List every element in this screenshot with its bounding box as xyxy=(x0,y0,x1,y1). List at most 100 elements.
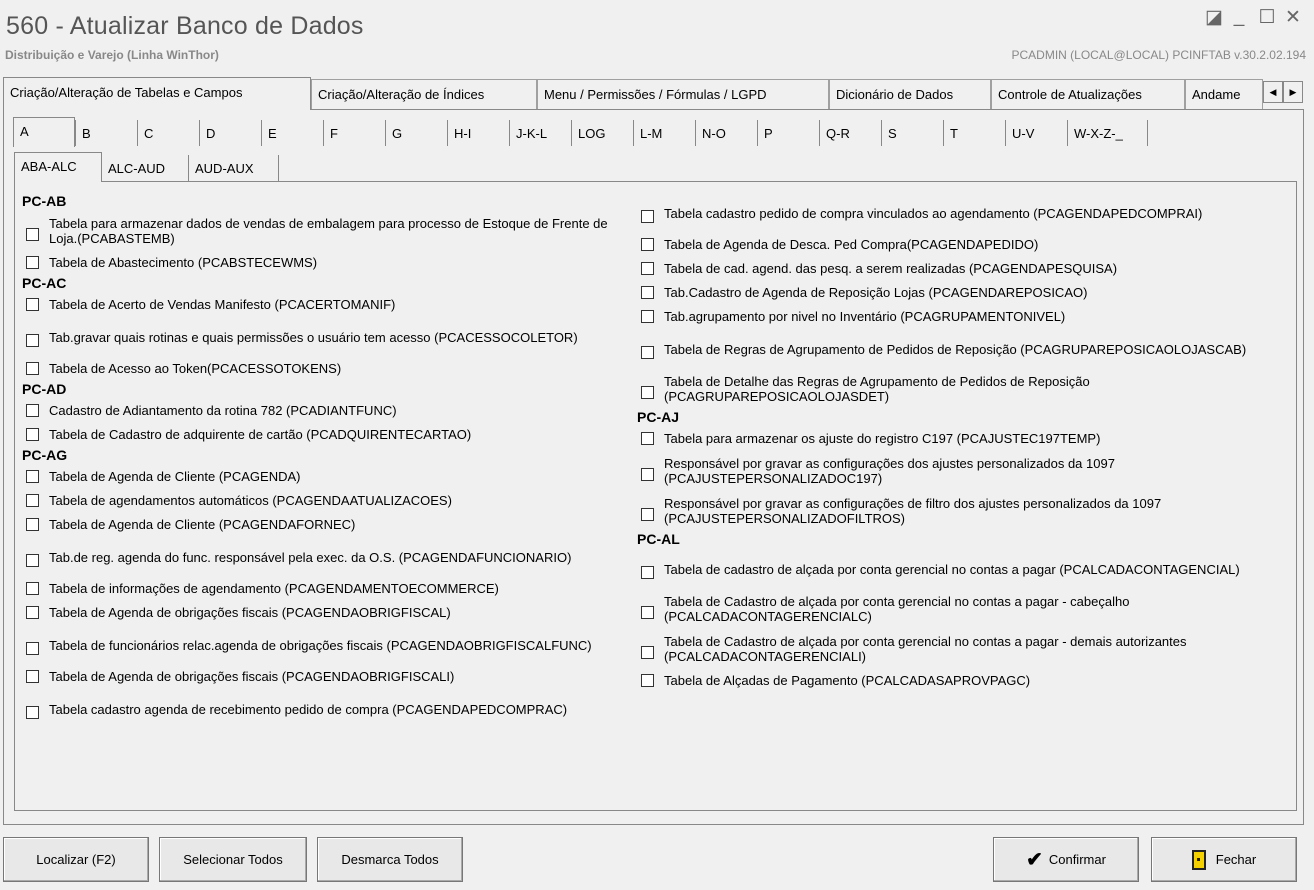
checkbox[interactable] xyxy=(641,646,654,659)
letter-tab[interactable]: Q-R xyxy=(819,120,881,146)
tab-tabelas-campos[interactable]: Criação/Alteração de Tabelas e Campos xyxy=(3,77,311,110)
checkbox[interactable] xyxy=(641,346,654,359)
checkbox[interactable] xyxy=(26,404,39,417)
table-checkbox-item[interactable]: Tabela para armazenar dados de vendas de… xyxy=(22,210,622,250)
table-checkbox-item[interactable]: Tabela de Agenda de obrigações fiscais (… xyxy=(22,600,622,624)
table-checkbox-item[interactable]: Responsável por gravar as configurações … xyxy=(637,450,1287,490)
checkbox[interactable] xyxy=(26,518,39,531)
table-checkbox-item[interactable]: Tabela cadastro agenda de recebimento pe… xyxy=(22,688,622,728)
table-checkbox-item[interactable]: Tabela de Agenda de Cliente (PCAGENDA) xyxy=(22,464,622,488)
table-checkbox-item[interactable]: Cadastro de Adiantamento da rotina 782 (… xyxy=(22,398,622,422)
table-checkbox-item[interactable]: Tabela cadastro pedido de compra vincula… xyxy=(637,192,1287,232)
checkbox[interactable] xyxy=(26,670,39,683)
checkbox[interactable] xyxy=(26,606,39,619)
letter-tab[interactable]: A xyxy=(13,117,75,147)
close-button[interactable]: ✕ xyxy=(1282,6,1304,29)
checkbox[interactable] xyxy=(641,286,654,299)
restore-icon[interactable]: ◪ xyxy=(1203,6,1225,29)
checkbox[interactable] xyxy=(26,494,39,507)
selecionar-todos-button[interactable]: Selecionar Todos xyxy=(159,837,307,882)
letter-tab[interactable]: C xyxy=(137,120,199,146)
letter-tab[interactable]: W-X-Z-_ xyxy=(1067,120,1147,146)
checkbox[interactable] xyxy=(641,262,654,275)
checkbox[interactable] xyxy=(641,386,654,399)
localizar-button[interactable]: Localizar (F2) xyxy=(3,837,149,882)
maximize-button[interactable]: ☐ xyxy=(1256,6,1278,29)
checkbox[interactable] xyxy=(26,428,39,441)
table-checkbox-item[interactable]: Responsável por gravar as configurações … xyxy=(637,490,1287,530)
checkbox[interactable] xyxy=(641,566,654,579)
table-checkbox-item[interactable]: Tabela de agendamentos automáticos (PCAG… xyxy=(22,488,622,512)
table-checkbox-item[interactable]: Tabela de Agenda de obrigações fiscais (… xyxy=(22,664,622,688)
table-checkbox-item[interactable]: Tabela de cadastro de alçada por conta g… xyxy=(637,548,1287,588)
table-checkbox-item[interactable]: Tabela para armazenar os ajuste do regis… xyxy=(637,426,1287,450)
checkbox[interactable] xyxy=(26,470,39,483)
checkbox[interactable] xyxy=(26,642,39,655)
subtab-alc-aud[interactable]: ALC-AUD xyxy=(102,155,189,181)
letter-tab[interactable]: E xyxy=(261,120,323,146)
checkbox[interactable] xyxy=(641,674,654,687)
checkbox-label: Tabela de cadastro de alçada por conta g… xyxy=(664,561,1240,577)
scroll-left-icon[interactable]: ◀ xyxy=(1263,81,1283,103)
checkbox[interactable] xyxy=(26,706,39,719)
checkbox[interactable] xyxy=(26,334,39,347)
letter-tab[interactable]: N-O xyxy=(695,120,757,146)
desmarca-todos-button[interactable]: Desmarca Todos xyxy=(317,837,463,882)
letter-tab[interactable]: P xyxy=(757,120,819,146)
table-checkbox-item[interactable]: Tab.agrupamento por nivel no Inventário … xyxy=(637,304,1287,328)
tab-controle-atualizacoes[interactable]: Controle de Atualizações xyxy=(991,79,1185,109)
table-checkbox-item[interactable]: Tabela de cad. agend. das pesq. a serem … xyxy=(637,256,1287,280)
checkbox[interactable] xyxy=(641,432,654,445)
checkbox[interactable] xyxy=(641,238,654,251)
table-checkbox-item[interactable]: Tabela de Agenda de Desca. Ped Compra(PC… xyxy=(637,232,1287,256)
checkbox[interactable] xyxy=(641,468,654,481)
checkbox[interactable] xyxy=(641,508,654,521)
subtab-aud-aux[interactable]: AUD-AUX xyxy=(189,155,279,181)
tab-andamento[interactable]: Andame xyxy=(1185,79,1263,109)
table-checkbox-item[interactable]: Tabela de Acerto de Vendas Manifesto (PC… xyxy=(22,292,622,316)
table-checkbox-item[interactable]: Tabela de Detalhe das Regras de Agrupame… xyxy=(637,368,1287,408)
table-checkbox-item[interactable]: Tab.Cadastro de Agenda de Reposição Loja… xyxy=(637,280,1287,304)
checkbox[interactable] xyxy=(26,228,39,241)
tab-dicionario[interactable]: Dicionário de Dados xyxy=(829,79,991,109)
checkbox[interactable] xyxy=(641,310,654,323)
letter-tab[interactable]: U-V xyxy=(1005,120,1067,146)
table-checkbox-item[interactable]: Tabela de Abastecimento (PCABSTECEWMS) xyxy=(22,250,622,274)
table-checkbox-item[interactable]: Tabela de funcionários relac.agenda de o… xyxy=(22,624,622,664)
table-checkbox-item[interactable]: Tabela de Agenda de Cliente (PCAGENDAFOR… xyxy=(22,512,622,536)
checkbox[interactable] xyxy=(26,298,39,311)
checkbox[interactable] xyxy=(26,582,39,595)
confirmar-button[interactable]: ✔ Confirmar xyxy=(993,837,1139,882)
letter-tab[interactable]: G xyxy=(385,120,447,146)
checkbox[interactable] xyxy=(641,210,654,223)
checkbox[interactable] xyxy=(641,606,654,619)
letter-tab[interactable]: T xyxy=(943,120,1005,146)
table-checkbox-item[interactable]: Tabela de informações de agendamento (PC… xyxy=(22,576,622,600)
minimize-button[interactable]: _ xyxy=(1228,6,1250,28)
fechar-button[interactable]: Fechar xyxy=(1151,837,1297,882)
letter-tab[interactable]: LOG xyxy=(571,120,633,146)
table-checkbox-item[interactable]: Tab.de reg. agenda do func. responsável … xyxy=(22,536,622,576)
letter-tab[interactable]: D xyxy=(199,120,261,146)
table-checkbox-item[interactable]: Tabela de Alçadas de Pagamento (PCALCADA… xyxy=(637,668,1287,692)
checkbox[interactable] xyxy=(26,362,39,375)
letter-tab[interactable]: F xyxy=(323,120,385,146)
letter-tab[interactable]: B xyxy=(75,120,137,146)
subtab-aba-alc[interactable]: ABA-ALC xyxy=(14,152,102,182)
letter-tab[interactable]: H-I xyxy=(447,120,509,146)
checkbox[interactable] xyxy=(26,256,39,269)
table-checkbox-item[interactable]: Tabela de Cadastro de alçada por conta g… xyxy=(637,628,1287,668)
tab-menu-permissoes[interactable]: Menu / Permissões / Fórmulas / LGPD xyxy=(537,79,829,109)
letter-tab[interactable]: J-K-L xyxy=(509,120,571,146)
tab-indices[interactable]: Criação/Alteração de Índices xyxy=(311,79,537,109)
table-checkbox-item[interactable]: Tabela de Regras de Agrupamento de Pedid… xyxy=(637,328,1287,368)
scroll-right-icon[interactable]: ▶ xyxy=(1283,81,1303,103)
table-checkbox-item[interactable]: Tabela de Acesso ao Token(PCACESSOTOKENS… xyxy=(22,356,622,380)
checkbox[interactable] xyxy=(26,554,39,567)
table-checkbox-item[interactable]: Tab.gravar quais rotinas e quais permiss… xyxy=(22,316,622,356)
letter-tab[interactable]: L-M xyxy=(633,120,695,146)
letter-tab[interactable]: S xyxy=(881,120,943,146)
checkbox-label: Responsável por gravar as configurações … xyxy=(664,456,1115,486)
table-checkbox-item[interactable]: Tabela de Cadastro de adquirente de cart… xyxy=(22,422,622,446)
table-checkbox-item[interactable]: Tabela de Cadastro de alçada por conta g… xyxy=(637,588,1287,628)
